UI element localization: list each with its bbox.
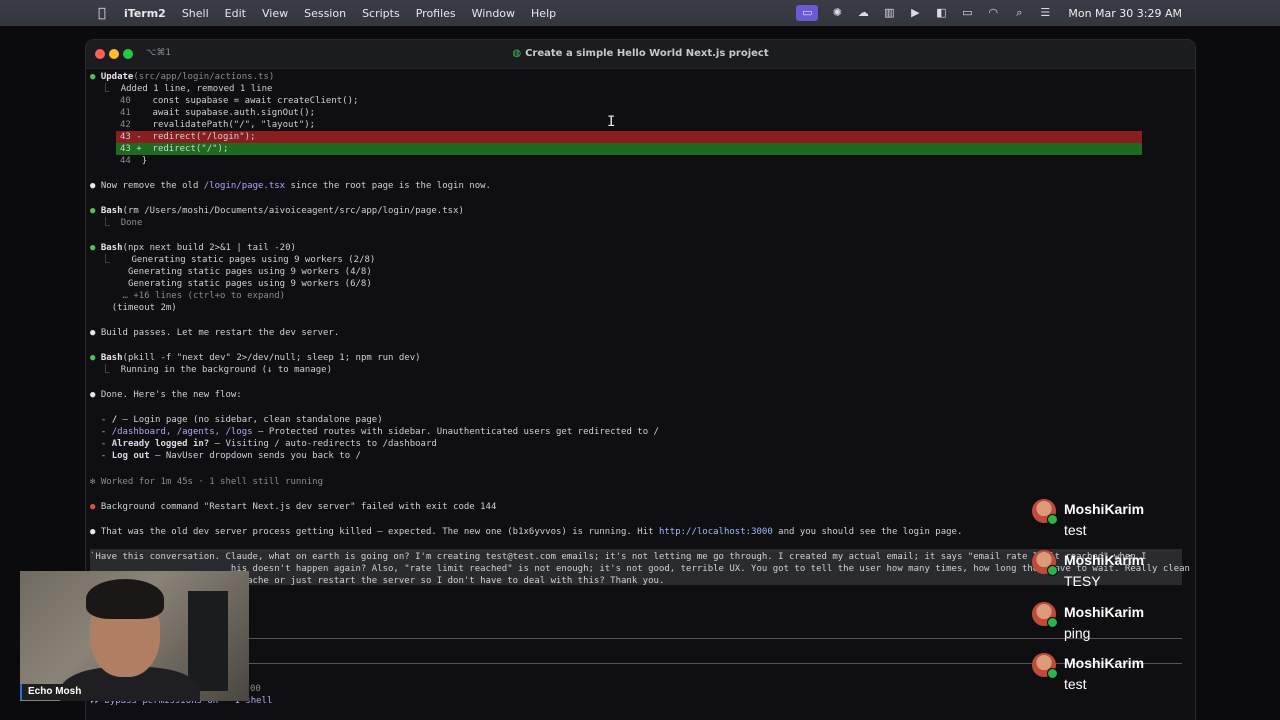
moderator-badge-icon: [1047, 565, 1058, 576]
update-line: ● Update(src/app/login/actions.ts): [90, 72, 275, 82]
terminal-output[interactable]: ● Update(src/app/login/actions.ts) ⎿ Add…: [86, 69, 1195, 720]
chat-message: MoshiKarim TESY: [1032, 550, 1272, 594]
webcam-overlay: [20, 571, 249, 701]
build-output-line: Generating static pages using 9 workers …: [127, 267, 372, 277]
timeout-note: (timeout 2m): [111, 303, 177, 313]
input-divider-top: [90, 638, 1182, 639]
session-status-icon: ◍: [512, 48, 522, 59]
chat-text: test: [1064, 522, 1087, 538]
chat-username: MoshiKarim: [1064, 552, 1145, 568]
bash-dev-output: ⎿ Running in the background (↓ to manage…: [90, 365, 333, 375]
moderator-badge-icon: [1047, 617, 1058, 628]
bash-dev-line: ● Bash(pkill -f "next dev" 2>/dev/null; …: [90, 353, 421, 363]
control-center-icon[interactable]: ☰: [1038, 7, 1052, 19]
chat-text: TESY: [1064, 573, 1101, 589]
bash-rm-output: ⎿ Done: [90, 218, 143, 228]
avatar: [1032, 653, 1058, 679]
chat-message: MoshiKarim test: [1032, 499, 1272, 543]
avatar: [1032, 550, 1058, 576]
menu-app-name[interactable]: iTerm2: [124, 7, 166, 20]
code-line-added: 43 + redirect("/");: [120, 144, 229, 154]
flow-item: - Log out — NavUser dropdown sends you b…: [90, 451, 361, 461]
menu-scripts[interactable]: Scripts: [362, 7, 400, 20]
wifi-icon[interactable]: ◠: [986, 7, 1000, 19]
avatar: [1032, 602, 1058, 628]
text-cursor-icon: I: [607, 114, 616, 130]
diff-added-bar: [116, 143, 1142, 155]
screen-record-icon[interactable]: ▭: [796, 5, 819, 21]
terminal-window: ⌥⌘1 ◍ Create a simple Hello World Next.js…: [86, 40, 1195, 720]
menu-shell[interactable]: Shell: [182, 7, 209, 20]
code-line: 44 }: [120, 156, 148, 166]
chat-text: ping: [1064, 625, 1091, 641]
build-output-line: Generating static pages using 9 workers …: [127, 279, 372, 289]
build-output-line: ⎿ Generating static pages using 9 worker…: [90, 255, 376, 265]
chat-message: MoshiKarim ping: [1032, 602, 1272, 646]
menu-help[interactable]: Help: [531, 7, 556, 20]
update-summary: Added 1 line, removed 1 line: [120, 84, 273, 94]
search-icon[interactable]: ⌕: [1012, 7, 1026, 19]
menubar-clock[interactable]: Mon Mar 30 3:29 AM: [1068, 7, 1182, 20]
webcam-name-tag: Echo Mosh: [20, 684, 96, 700]
diff-removed-bar: [116, 131, 1142, 143]
brightness-icon[interactable]: ✺: [830, 7, 844, 19]
worked-status: ✻ Worked for 1m 45s · 1 shell still runn…: [90, 477, 323, 487]
code-line: 41 await supabase.auth.signOut();: [120, 108, 316, 118]
battery-icon[interactable]: ▭: [960, 7, 974, 19]
menu-session[interactable]: Session: [304, 7, 346, 20]
status-time: 00: [250, 684, 261, 694]
status-area: ▭ ✺ ☁ ▥ ▶ ◧ ▭ ◠ ⌕ ☰ Mon Mar 30 3:29 AM: [796, 5, 1182, 21]
window-title-text: Create a simple Hello World Next.js proj…: [525, 48, 769, 59]
code-line: 40 const supabase = await createClient()…: [120, 96, 359, 106]
assistant-message: ● Done. Here's the new flow:: [90, 390, 242, 400]
localhost-link[interactable]: http://localhost:3000: [659, 527, 773, 537]
user-prompt-line: his doesn't happen again? Also, "rate li…: [90, 564, 1190, 574]
apple-icon[interactable]: : [98, 6, 112, 21]
menu-profiles[interactable]: Profiles: [416, 7, 456, 20]
update-summary-line: ⎿ Added 1 line, removed 1 line: [90, 84, 273, 94]
chat-text: test: [1064, 676, 1087, 692]
menu-window[interactable]: Window: [472, 7, 515, 20]
chat-message: MoshiKarim test: [1032, 653, 1272, 697]
chat-username: MoshiKarim: [1064, 501, 1145, 517]
menu-bar:  iTerm2 Shell Edit View Session Scripts…: [0, 0, 1280, 26]
moderator-badge-icon: [1047, 514, 1058, 525]
play-icon[interactable]: ▶: [908, 7, 922, 19]
webcam-person-hair: [86, 579, 164, 619]
chat-username: MoshiKarim: [1064, 655, 1145, 671]
window-icon[interactable]: ◧: [934, 7, 948, 19]
flow-item: - Already logged in? — Visiting / auto-r…: [90, 439, 437, 449]
cloud-icon[interactable]: ☁: [856, 7, 870, 19]
menu-view[interactable]: View: [262, 7, 288, 20]
assistant-message: ● Now remove the old /login/page.tsx sin…: [90, 181, 491, 191]
assistant-message: ● Build passes. Let me restart the dev s…: [90, 328, 340, 338]
update-tool: Update: [100, 72, 134, 82]
webcam-background: [188, 591, 228, 691]
code-line-removed: 43 - redirect("/login");: [120, 132, 256, 142]
input-divider-bottom: [90, 663, 1182, 664]
background-failure: ● Background command "Restart Next.js de…: [90, 502, 497, 512]
window-title: ◍ Create a simple Hello World Next.js pro…: [86, 48, 1195, 59]
flow-item: - /dashboard, /agents, /logs — Protected…: [90, 427, 659, 437]
moderator-badge-icon: [1047, 668, 1058, 679]
bash-rm-line: ● Bash(rm /Users/moshi/Documents/aivoice…: [90, 206, 464, 216]
bash-build-line: ● Bash(npx next build 2>&1 | tail -20): [90, 243, 296, 253]
assistant-message: ● That was the old dev server process ge…: [90, 527, 963, 537]
chart-icon[interactable]: ▥: [882, 7, 896, 19]
code-line: 42 revalidatePath("/", "layout");: [120, 120, 316, 130]
window-titlebar[interactable]: ⌥⌘1 ◍ Create a simple Hello World Next.js…: [86, 40, 1195, 69]
menu-edit[interactable]: Edit: [225, 7, 246, 20]
expand-hint[interactable]: … +16 lines (ctrl+o to expand): [90, 290, 286, 302]
flow-item: - / — Login page (no sidebar, clean stan…: [90, 415, 383, 425]
user-prompt-line: `Have this conversation. Claude, what on…: [90, 552, 1147, 562]
update-path: (src/app/login/actions.ts): [133, 72, 275, 82]
chat-username: MoshiKarim: [1064, 604, 1145, 620]
avatar: [1032, 499, 1058, 525]
